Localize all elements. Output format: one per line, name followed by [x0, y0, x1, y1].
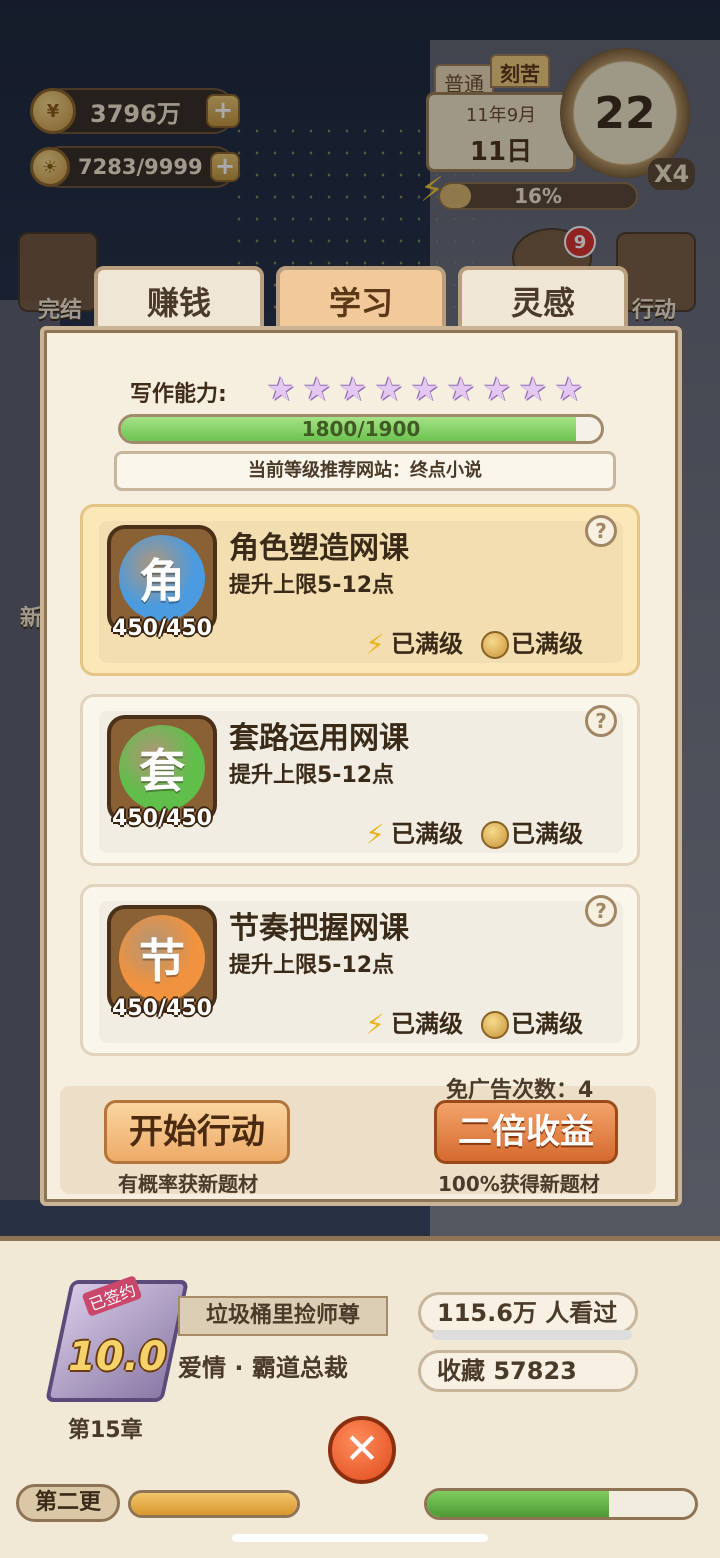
- bolt-icon: ⚡: [365, 818, 385, 851]
- progress-right-fill: [427, 1491, 610, 1517]
- star-icon: ★: [410, 370, 440, 408]
- course-desc: 提升上限5-12点: [229, 573, 395, 598]
- double-reward-sub: 100%获得新题材: [438, 1172, 600, 1196]
- help-icon[interactable]: ?: [585, 515, 617, 547]
- coin-max-status: 已满级: [481, 1004, 583, 1039]
- star-icon: ★: [266, 370, 296, 408]
- writing-ability-label: 写作能力:: [130, 382, 227, 407]
- course-count: 450/450: [112, 996, 212, 1021]
- update-label: 第二更: [16, 1484, 120, 1522]
- star-icon: ★: [554, 370, 584, 408]
- bolt-icon: ⚡: [365, 1008, 385, 1041]
- coin-max-status: 已满级: [481, 624, 583, 659]
- help-icon[interactable]: ?: [585, 895, 617, 927]
- course-icon: 套: [119, 725, 205, 811]
- star-icon: ★: [374, 370, 404, 408]
- book-favorites: 收藏 57823: [418, 1350, 638, 1392]
- course-icon-frame: 节 450/450: [107, 905, 217, 1021]
- writing-progress-right: [424, 1488, 698, 1520]
- close-icon[interactable]: ✕: [328, 1416, 396, 1484]
- course-desc: 提升上限5-12点: [229, 953, 395, 978]
- course-desc: 提升上限5-12点: [229, 763, 395, 788]
- course-title: 角色塑造网课: [229, 531, 409, 566]
- book-chapter: 第15章: [68, 1418, 143, 1443]
- writing-progress-left: [128, 1490, 300, 1518]
- views-bar: [432, 1330, 632, 1340]
- course-icon-frame: 角 450/450: [107, 525, 217, 641]
- star-icon: ★: [302, 370, 332, 408]
- course-icon: 节: [119, 915, 205, 1001]
- course-count: 450/450: [112, 806, 212, 831]
- course-card[interactable]: 节 450/450 节奏把握网课提升上限5-12点? ⚡ 已满级 已满级: [80, 884, 640, 1056]
- help-icon[interactable]: ?: [585, 705, 617, 737]
- recommended-site: 当前等级推荐网站：终点小说: [114, 451, 616, 491]
- book-rating: 10.0: [68, 1334, 167, 1380]
- double-reward-button[interactable]: 二倍收益: [434, 1100, 618, 1164]
- bolt-icon: ⚡: [365, 628, 385, 661]
- course-title: 套路运用网课: [229, 721, 409, 756]
- star-icon: ★: [338, 370, 368, 408]
- energy-max-status: ⚡ 已满级: [361, 814, 463, 849]
- energy-max-status: ⚡ 已满级: [361, 624, 463, 659]
- start-action-sub: 有概率获新题材: [118, 1172, 258, 1196]
- coin-icon: [481, 821, 509, 849]
- course-card[interactable]: 角 450/450 角色塑造网课提升上限5-12点? ⚡ 已满级 已满级: [80, 504, 640, 676]
- star-icon: ★: [518, 370, 548, 408]
- course-card[interactable]: 套 450/450 套路运用网课提升上限5-12点? ⚡ 已满级 已满级: [80, 694, 640, 866]
- course-count: 450/450: [112, 616, 212, 641]
- home-indicator[interactable]: [232, 1534, 488, 1542]
- star-icon: ★: [446, 370, 476, 408]
- start-action-button[interactable]: 开始行动: [104, 1100, 290, 1164]
- star-icon: ★: [482, 370, 512, 408]
- course-icon-frame: 套 450/450: [107, 715, 217, 831]
- coin-icon: [481, 631, 509, 659]
- book-genre: 爱情 · 霸道总裁: [178, 1354, 348, 1382]
- course-icon: 角: [119, 535, 205, 621]
- coin-max-status: 已满级: [481, 814, 583, 849]
- ability-xp-bar: 1800/1900: [118, 414, 604, 444]
- xp-text: 1800/1900: [301, 417, 421, 441]
- coin-icon: [481, 1011, 509, 1039]
- progress-left-fill: [131, 1493, 297, 1515]
- course-title: 节奏把握网课: [229, 911, 409, 946]
- book-views: 115.6万 人看过: [418, 1292, 638, 1334]
- energy-max-status: ⚡ 已满级: [361, 1004, 463, 1039]
- book-title: 垃圾桶里捡师尊: [178, 1296, 388, 1336]
